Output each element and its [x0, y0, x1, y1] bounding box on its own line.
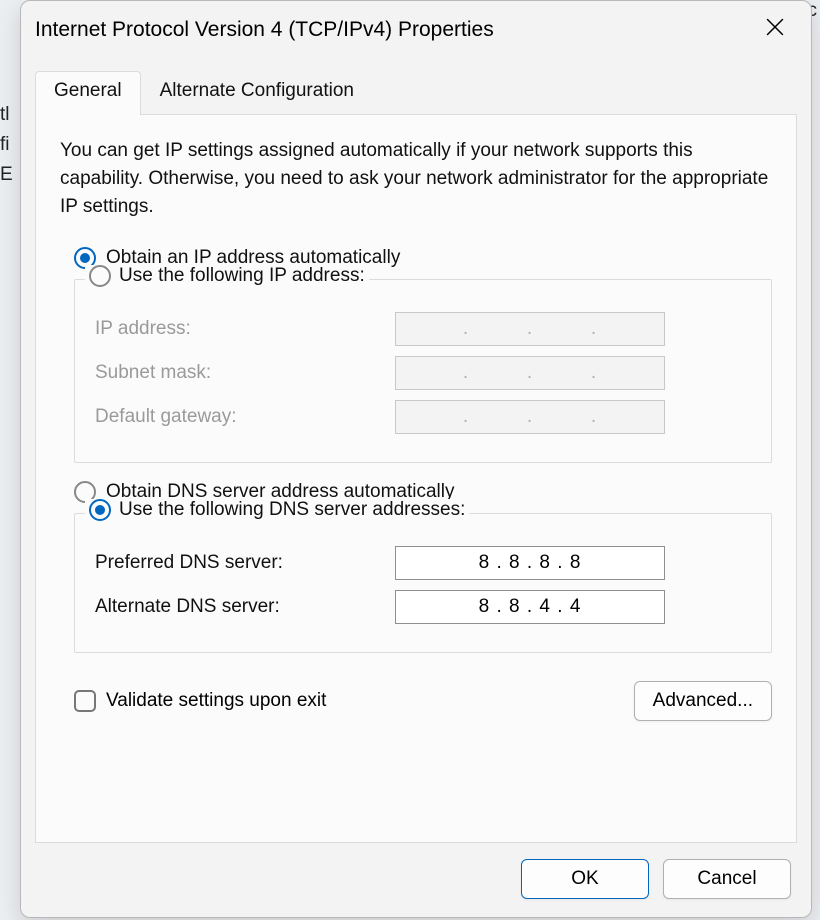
button-label: OK [571, 868, 598, 889]
cancel-button[interactable]: Cancel [663, 859, 791, 899]
ip-value: 8 . 8 . 4 . 4 [479, 596, 582, 618]
tab-label: Alternate Configuration [160, 80, 354, 101]
radio-icon [89, 265, 111, 287]
default-gateway-input: . . . [395, 400, 665, 434]
field-label: Preferred DNS server: [95, 552, 395, 574]
dialog-title: Internet Protocol Version 4 (TCP/IPv4) P… [35, 18, 755, 42]
field-default-gateway: Default gateway: . . . [95, 400, 751, 434]
group-dns-manual: Use the following DNS server addresses: … [74, 513, 772, 653]
field-preferred-dns: Preferred DNS server: 8 . 8 . 8 . 8 [95, 546, 751, 580]
tabpanel-general: You can get IP settings assigned automat… [35, 115, 797, 843]
radio-label: Use the following DNS server addresses: [119, 499, 465, 521]
ip-address-input: . . . [395, 312, 665, 346]
advanced-button[interactable]: Advanced... [634, 681, 772, 721]
background-text-left: tlfiE [0, 100, 20, 190]
validate-row: Validate settings upon exit Advanced... [74, 681, 772, 721]
ip-value: 8 . 8 . 8 . 8 [479, 552, 582, 574]
preferred-dns-input[interactable]: 8 . 8 . 8 . 8 [395, 546, 665, 580]
field-subnet-mask: Subnet mask: . . . [95, 356, 751, 390]
radio-ip-manual[interactable]: Use the following IP address: [85, 265, 369, 287]
field-label: Subnet mask: [95, 362, 395, 384]
close-button[interactable] [755, 10, 795, 50]
tab-alternate-configuration[interactable]: Alternate Configuration [141, 71, 373, 115]
subnet-mask-input: . . . [395, 356, 665, 390]
radio-icon [89, 499, 111, 521]
tabstrip: General Alternate Configuration [21, 57, 811, 115]
dialog-footer: OK Cancel [21, 843, 811, 917]
button-label: Advanced... [653, 690, 753, 711]
checkbox-label: Validate settings upon exit [106, 690, 326, 712]
tab-general[interactable]: General [35, 71, 141, 115]
titlebar: Internet Protocol Version 4 (TCP/IPv4) P… [21, 1, 811, 57]
field-label: Default gateway: [95, 406, 395, 428]
field-label: IP address: [95, 318, 395, 340]
ipv4-properties-dialog: Internet Protocol Version 4 (TCP/IPv4) P… [20, 0, 812, 918]
field-label: Alternate DNS server: [95, 596, 395, 618]
button-label: Cancel [697, 868, 756, 889]
checkbox-icon [74, 690, 96, 712]
radio-label: Use the following IP address: [119, 265, 365, 287]
radio-dns-manual[interactable]: Use the following DNS server addresses: [85, 499, 469, 521]
tab-label: General [54, 80, 122, 101]
description-text: You can get IP settings assigned automat… [60, 137, 772, 221]
field-ip-address: IP address: . . . [95, 312, 751, 346]
group-ip-manual: Use the following IP address: IP address… [74, 279, 772, 463]
field-alternate-dns: Alternate DNS server: 8 . 8 . 4 . 4 [95, 590, 751, 624]
ok-button[interactable]: OK [521, 859, 649, 899]
validate-checkbox[interactable]: Validate settings upon exit [74, 690, 326, 712]
alternate-dns-input[interactable]: 8 . 8 . 4 . 4 [395, 590, 665, 624]
close-icon [766, 18, 784, 42]
